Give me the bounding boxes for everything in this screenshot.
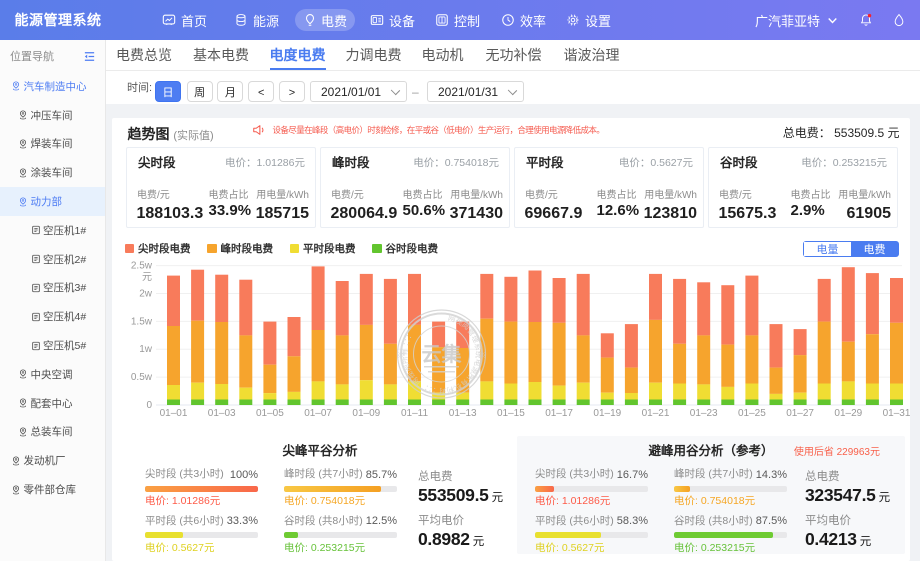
svg-text:01–13: 01–13 [448,404,476,419]
svg-text:01–17: 01–17 [545,404,573,419]
svg-text:0.5w: 0.5w [130,368,152,383]
svg-text:※: ※ [397,350,405,361]
svg-text:01–29: 01–29 [834,404,862,419]
svg-text:01–25: 01–25 [737,404,765,419]
svg-text:01–15: 01–15 [496,404,524,419]
svg-text:01–31: 01–31 [882,404,909,419]
svg-text:01–11: 01–11 [400,404,428,419]
svg-text:1w: 1w [139,340,153,355]
svg-text:1.5w: 1.5w [130,312,152,327]
svg-text:01–27: 01–27 [786,404,814,419]
svg-text:01–21: 01–21 [641,404,669,419]
svg-text:※: ※ [478,350,486,361]
svg-text:01–05: 01–05 [255,404,283,419]
svg-text:2w: 2w [139,285,153,300]
svg-text:01–01: 01–01 [159,404,187,419]
svg-text:01–07: 01–07 [304,404,332,419]
svg-text:01–09: 01–09 [352,404,380,419]
svg-text:01–03: 01–03 [207,404,235,419]
svg-text:元: 元 [142,268,152,283]
svg-text:01–23: 01–23 [689,404,717,419]
svg-text:0: 0 [146,396,152,411]
svg-text:云集: 云集 [421,338,462,367]
svg-text:01–19: 01–19 [593,404,621,419]
